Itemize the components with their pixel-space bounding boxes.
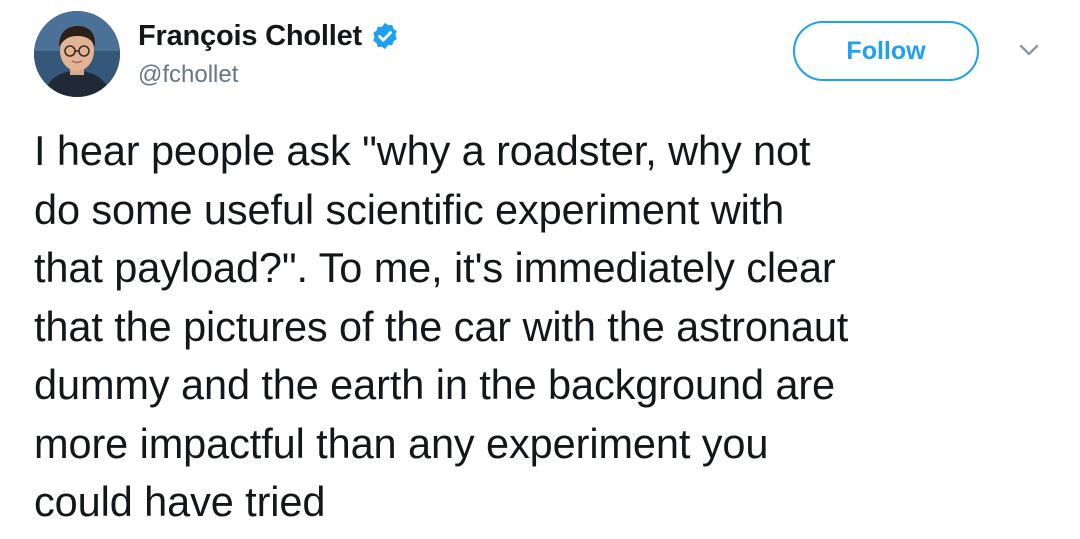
author-display-name[interactable]: François Chollet [138,20,362,53]
avatar-image [34,11,120,97]
follow-button[interactable]: Follow [793,21,979,81]
avatar[interactable] [34,11,120,97]
verified-badge-icon [370,21,400,51]
author-name-row: François Chollet [138,18,400,54]
author-handle[interactable]: @fchollet [138,61,238,89]
tweet-text: I hear people ask "why a roadster, why n… [34,127,849,525]
chevron-down-icon[interactable] [1015,40,1043,60]
tweet-card: François Chollet @fchollet Follow I hear… [0,0,1080,539]
